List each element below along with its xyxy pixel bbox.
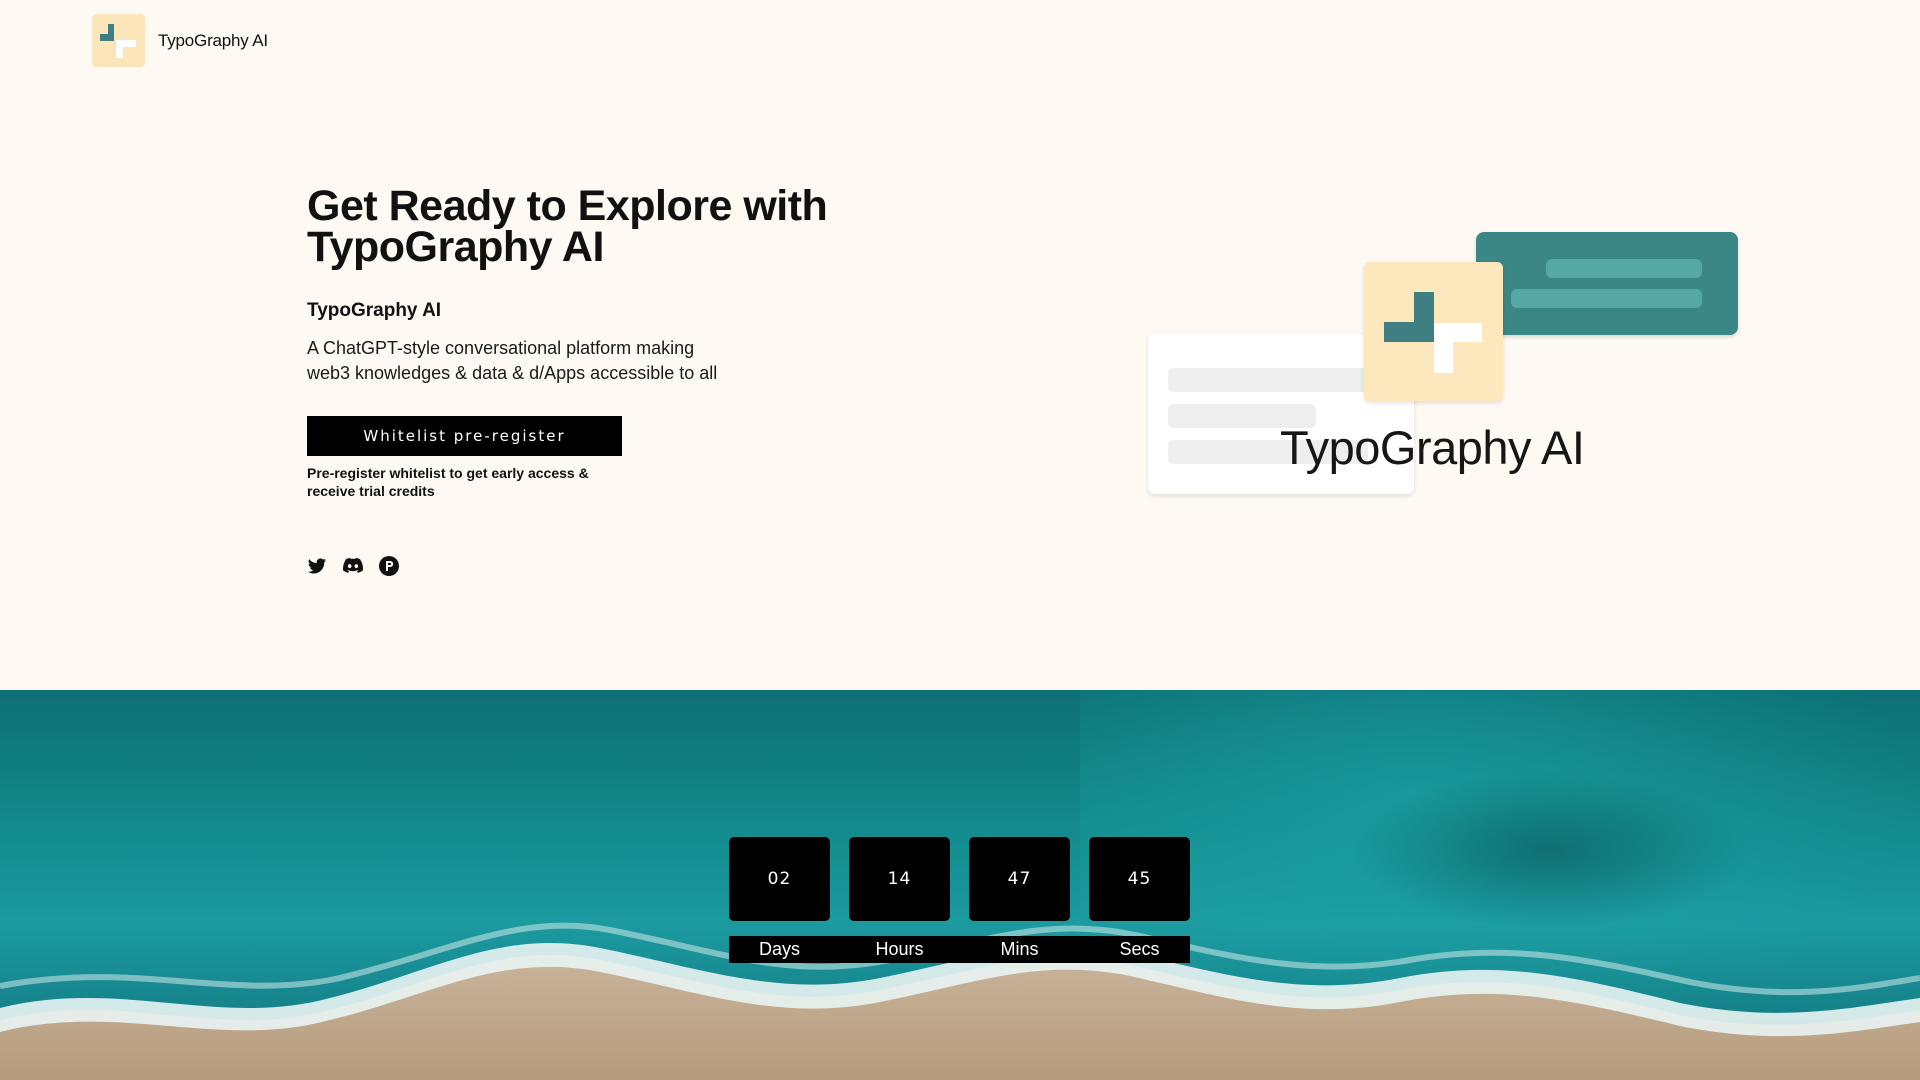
whitelist-preregister-button[interactable]: Whitelist pre-register [307, 416, 622, 456]
social-links [307, 556, 927, 576]
countdown-mins-value: 47 [969, 837, 1070, 921]
countdown-days-value: 02 [729, 837, 830, 921]
hero-title: Get Ready to Explore with TypoGraphy AI [307, 185, 927, 271]
logo-tile-large-icon [1364, 262, 1503, 401]
logo-icon[interactable] [92, 14, 145, 67]
countdown-mins-label: Mins [1000, 939, 1039, 959]
hero-section: Get Ready to Explore with TypoGraphy AI … [307, 185, 927, 576]
hero-title-line2: TypoGraphy AI [307, 223, 604, 271]
countdown-days-label: Days [758, 939, 800, 959]
brand-name[interactable]: TypoGraphy AI [158, 31, 268, 51]
hero-subtitle: TypoGraphy AI [307, 300, 442, 321]
countdown-secs-label: Secs [1119, 939, 1160, 959]
countdown-secs-value: 45 [1089, 837, 1190, 921]
site-header: TypoGraphy AI [92, 14, 268, 67]
illustration-label: TypoGraphy AI [1280, 421, 1585, 474]
preregister-note: Pre-register whitelist to get early acce… [307, 465, 589, 499]
hero-description: A ChatGPT-style conversational platform … [307, 338, 718, 383]
twitter-icon[interactable] [307, 556, 327, 576]
countdown-timer: 02 14 47 45 Days Hours Mins Secs [729, 837, 1190, 963]
discord-icon[interactable] [343, 556, 363, 576]
p-circle-icon[interactable] [379, 556, 399, 576]
hero-illustration: TypoGraphy AI [1148, 232, 1740, 502]
countdown-hours-label: Hours [875, 939, 924, 959]
countdown-labels: Days Hours Mins Secs [729, 936, 1190, 963]
countdown-hours-value: 14 [849, 837, 950, 921]
chat-card-teal [1476, 232, 1738, 335]
